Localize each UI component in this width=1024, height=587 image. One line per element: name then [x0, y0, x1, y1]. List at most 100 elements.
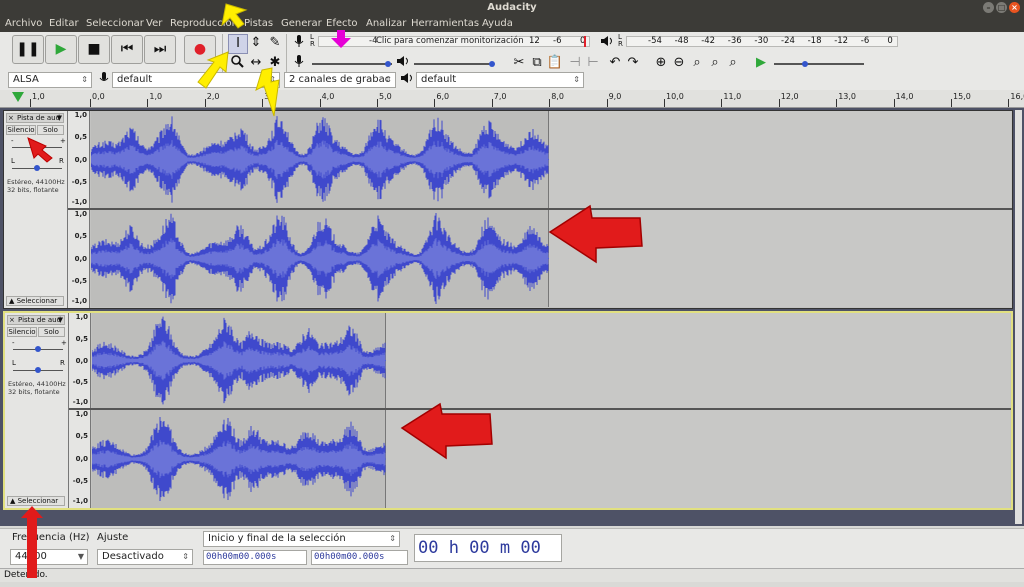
- waveform-channel-left[interactable]: [91, 111, 1011, 208]
- playback-volume-knob[interactable]: [489, 61, 495, 67]
- speaker-icon[interactable]: [598, 34, 616, 52]
- playback-device-select[interactable]: default ⇕: [416, 72, 584, 88]
- tracks-area[interactable]: × Pista de aud ▼ Silencio Solo - + L R E…: [0, 108, 1024, 526]
- maximize-button[interactable]: □: [996, 2, 1007, 13]
- undo-icon[interactable]: ↶: [606, 54, 624, 72]
- fit-selection-icon[interactable]: ⌕: [688, 54, 706, 72]
- menu-generar[interactable]: Generar: [281, 16, 322, 32]
- zoom-in-icon[interactable]: ⊕: [652, 54, 670, 72]
- zoom-toggle-icon[interactable]: ⌕: [724, 54, 742, 72]
- selection-mode-select[interactable]: Inicio y final de la selección ⇕: [203, 531, 400, 547]
- play-button[interactable]: ▶: [45, 35, 77, 64]
- zoom-out-icon[interactable]: ⊖: [670, 54, 688, 72]
- audio-position-display[interactable]: 00 h 00 m 00 s: [414, 534, 562, 584]
- track-select-button[interactable]: ▲ Seleccionar: [7, 496, 65, 506]
- skip-to-start-button[interactable]: ⏮: [111, 35, 143, 64]
- pause-button[interactable]: ❚❚: [12, 35, 44, 64]
- menu-pistas[interactable]: Pistas: [244, 16, 273, 32]
- track-name-menu[interactable]: × Pista de aud ▼: [6, 113, 64, 123]
- solo-button[interactable]: Solo: [38, 327, 65, 337]
- play-at-speed-icon[interactable]: ▶: [752, 54, 770, 72]
- solo-button[interactable]: Solo: [37, 125, 64, 135]
- envelope-tool-button[interactable]: ⇕: [247, 34, 265, 52]
- rec-meter-hint[interactable]: Clic para comenzar monitorización: [376, 36, 524, 46]
- pan-knob[interactable]: [34, 165, 40, 171]
- menu-archivo[interactable]: Archivo: [5, 16, 42, 32]
- audio-clip[interactable]: [92, 313, 386, 408]
- pan-left-label: L: [11, 157, 15, 165]
- paste-icon[interactable]: 📋: [546, 54, 564, 72]
- playback-volume-slider[interactable]: [414, 63, 494, 65]
- draw-tool-button[interactable]: ✎: [266, 34, 284, 52]
- silence-icon[interactable]: ⊢: [584, 54, 602, 72]
- menu-herramientas[interactable]: Herramientas: [411, 16, 479, 32]
- vertical-scrollbar[interactable]: [1015, 110, 1022, 524]
- menu-efecto[interactable]: Efecto: [326, 16, 358, 32]
- audio-clip[interactable]: [91, 210, 549, 307]
- chevron-updown-icon: ⇕: [389, 534, 396, 543]
- track-control-panel[interactable]: × Pista de aud ▼ Silencio Solo - + L R E…: [4, 111, 68, 308]
- menu-ver[interactable]: Ver: [146, 16, 162, 32]
- skip-to-end-button[interactable]: ⏭: [144, 35, 176, 64]
- chevron-updown-icon: ⇕: [182, 552, 189, 561]
- waveform-channel-left[interactable]: [92, 313, 1010, 408]
- zoom-tool-button[interactable]: [228, 54, 246, 72]
- mic-icon[interactable]: [290, 34, 308, 52]
- selection-tool-button[interactable]: I: [228, 34, 248, 54]
- menu-ayuda[interactable]: Ayuda: [482, 16, 513, 32]
- menu-seleccionar[interactable]: Seleccionar: [86, 16, 144, 32]
- audio-track-1[interactable]: × Pista de aud ▼ Silencio Solo - + L R E…: [3, 110, 1013, 309]
- selection-start-time[interactable]: 00h00m00.000s: [203, 550, 307, 565]
- mic-volume-knob[interactable]: [385, 61, 391, 67]
- ruler-tick-line: [893, 99, 895, 107]
- timeline-ruler[interactable]: 1,0 0,0 1,0 2,0 3,0 4,0 5,0 6,0 7,0 8,0 9,0 10,0 11,…: [0, 90, 1024, 108]
- record-button[interactable]: ●: [184, 35, 216, 64]
- play-speed-knob[interactable]: [802, 61, 808, 67]
- close-button[interactable]: ×: [1009, 2, 1020, 13]
- play-speed-slider[interactable]: [774, 63, 864, 65]
- copy-icon[interactable]: ⧉: [528, 54, 546, 72]
- waveform-channel-right[interactable]: [92, 410, 1010, 508]
- menu-analizar[interactable]: Analizar: [366, 16, 406, 32]
- mic-volume-slider[interactable]: [312, 63, 392, 65]
- waveform-channel-right[interactable]: [91, 210, 1011, 307]
- recording-device-select[interactable]: default ⇕: [112, 72, 280, 88]
- track-bits-info: 32 bits, flotante: [7, 186, 59, 194]
- selection-end-time[interactable]: 00h00m00.000s: [311, 550, 408, 565]
- chevron-down-icon: ▼: [77, 552, 84, 561]
- gain-knob[interactable]: [35, 346, 41, 352]
- mute-button[interactable]: Silencio: [7, 327, 37, 337]
- project-rate-select[interactable]: 44100 ▼: [10, 549, 88, 565]
- snap-to-select[interactable]: Desactivado ⇕: [97, 549, 193, 565]
- audio-clip[interactable]: [91, 111, 549, 208]
- track-select-button[interactable]: ▲ Seleccionar: [6, 296, 64, 306]
- select-label: Seleccionar: [17, 497, 59, 505]
- track-name-menu[interactable]: × Pista de aud ▼: [7, 315, 65, 325]
- multi-tool-button[interactable]: ✱: [266, 54, 284, 72]
- recording-channels-select[interactable]: 2 canales de grabac ⇕: [284, 72, 396, 88]
- pan-knob[interactable]: [35, 367, 41, 373]
- pinned-play-head-icon[interactable]: [12, 92, 24, 102]
- ruler-tick-line: [262, 99, 264, 107]
- minimize-button[interactable]: –: [983, 2, 994, 13]
- redo-icon[interactable]: ↷: [624, 54, 642, 72]
- menu-reproduccion[interactable]: Reproducción: [170, 16, 238, 32]
- fit-project-icon[interactable]: ⌕: [706, 54, 724, 72]
- track-control-panel[interactable]: × Pista de aud ▼ Silencio Solo - + L R E…: [5, 313, 69, 508]
- audio-clip[interactable]: [92, 410, 386, 508]
- stop-button[interactable]: ■: [78, 35, 110, 64]
- pan-left-label: L: [12, 359, 16, 367]
- vr-label: 0,0: [74, 156, 87, 164]
- menu-editar[interactable]: Editar: [49, 16, 79, 32]
- selection-toolbar: Frecuencia (Hz) 44100 ▼ Ajuste Desactivad…: [0, 528, 1024, 584]
- timeshift-tool-button[interactable]: ↔: [247, 54, 265, 72]
- audio-host-select[interactable]: ALSA ⇕: [8, 72, 92, 88]
- mute-button[interactable]: Silencio: [6, 125, 36, 135]
- track-close-button[interactable]: ×: [8, 114, 14, 123]
- track-close-button[interactable]: ×: [9, 316, 15, 325]
- rec-device-mic-icon: [95, 71, 113, 89]
- gain-knob[interactable]: [34, 144, 40, 150]
- cut-icon[interactable]: ✂: [510, 54, 528, 72]
- audio-track-2[interactable]: × Pista de aud ▼ Silencio Solo - + L R E…: [3, 311, 1013, 510]
- trim-icon[interactable]: ⊣: [566, 54, 584, 72]
